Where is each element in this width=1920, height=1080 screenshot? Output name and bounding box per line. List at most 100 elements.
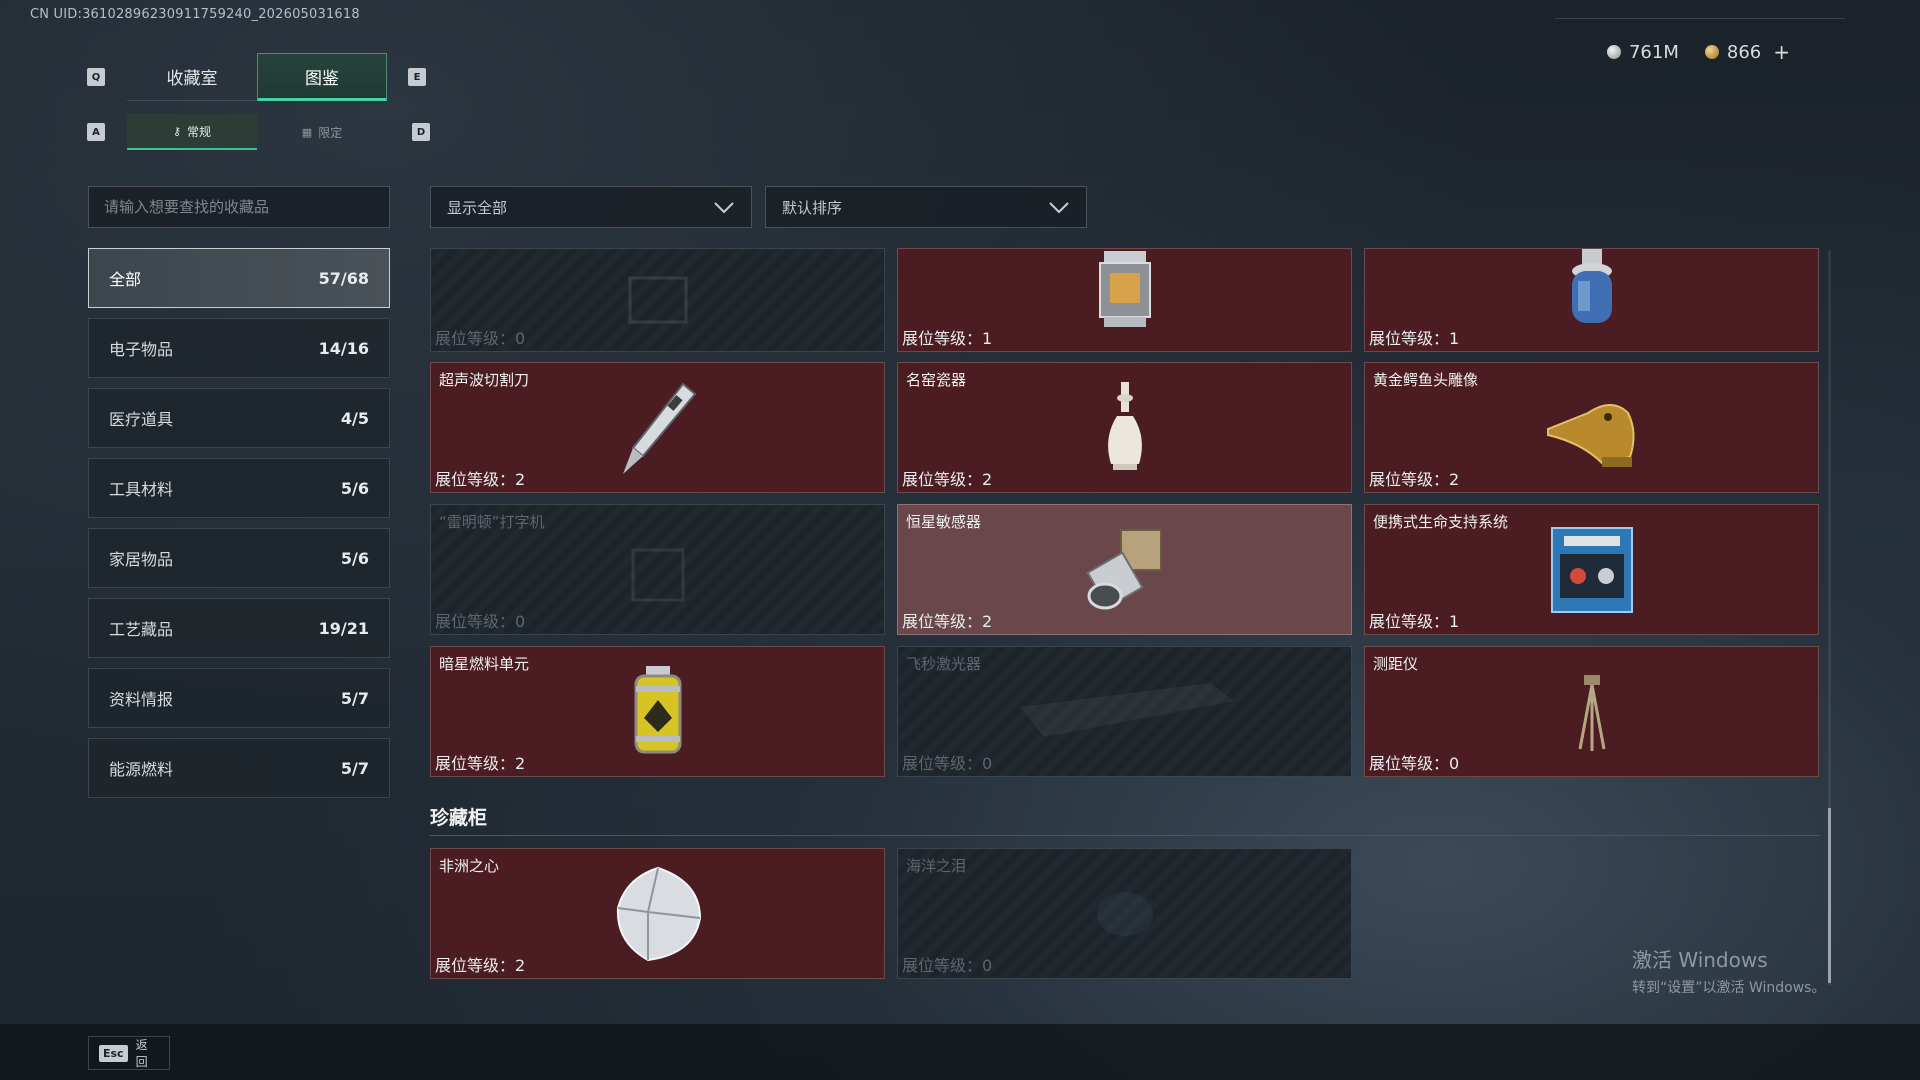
category-label: 工艺藏品	[109, 620, 174, 639]
category-crafts[interactable]: 工艺藏品 19/21	[88, 598, 390, 658]
level-value: 2	[515, 956, 526, 975]
silver-coin-icon	[1606, 45, 1621, 59]
collection-card[interactable]: 非洲之心 展位等级：2	[430, 848, 885, 979]
category-intel[interactable]: 资料情报 5/7	[88, 668, 390, 728]
collection-card[interactable]: 便携式生命支持系统 展位等级：1	[1364, 504, 1819, 635]
filter-dropdown[interactable]: 显示全部	[430, 186, 752, 228]
back-label: 返回	[135, 1038, 148, 1069]
category-household[interactable]: 家居物品 5/6	[88, 528, 390, 588]
collection-card[interactable]: 测距仪 展位等级：0	[1364, 646, 1819, 777]
collection-card[interactable]: “雷明顿”打字机 展位等级：0	[430, 504, 885, 635]
back-button[interactable]: Esc 返回	[88, 1036, 170, 1070]
level-value: 2	[1449, 470, 1460, 489]
collection-card[interactable]: 飞秒激光器 展位等级：0	[897, 646, 1352, 777]
category-count: 5/7	[340, 688, 369, 708]
card-level: 展位等级：2	[1369, 466, 1459, 490]
section-divider	[430, 835, 1820, 836]
star-sensor-icon	[1085, 528, 1162, 609]
category-count: 5/7	[340, 758, 369, 778]
collection-card[interactable]: 名窑瓷器 展位等级：2	[897, 362, 1352, 493]
collection-card[interactable]: 展位等级：1	[897, 248, 1352, 352]
fuel-cell-icon	[634, 665, 681, 753]
cutter-knife-icon	[622, 382, 696, 474]
card-level: 展位等级：1	[1369, 325, 1459, 349]
category-label: 家居物品	[109, 550, 174, 569]
collection-card[interactable]: 恒星敏感器 展位等级：2	[897, 504, 1352, 635]
uid-text: CN UID:3610289623091175924​0_20260503161…	[30, 7, 360, 22]
lantern-icon	[1098, 250, 1151, 327]
collection-card[interactable]: 展位等级：1	[1364, 248, 1819, 352]
tab-collection-room[interactable]: 收藏室	[127, 53, 257, 101]
silver-currency: 761M	[1606, 41, 1679, 63]
key-hint-prev-sub: A	[87, 123, 105, 141]
level-value: 2	[982, 612, 993, 631]
level-value: 2	[515, 470, 526, 489]
category-label: 工具材料	[109, 480, 174, 499]
card-name: 测距仪	[1373, 655, 1419, 673]
collection-grid: 展位等级：0 展位等级：1 展位等级：1 超声波切割刀 展位等级：2 名窑瓷器	[430, 248, 1820, 983]
level-prefix: 展位等级：	[902, 612, 983, 631]
rangefinder-tripod-icon	[1578, 674, 1605, 751]
card-name: 飞秒激光器	[906, 655, 982, 673]
level-prefix: 展位等级：	[435, 956, 516, 975]
porcelain-vase-icon	[1107, 381, 1142, 470]
add-currency-button[interactable]: +	[1773, 40, 1790, 64]
typewriter-icon	[631, 548, 684, 601]
collection-card[interactable]: 黄金鳄鱼头雕像 展位等级：2	[1364, 362, 1819, 493]
level-prefix: 展位等级：	[902, 754, 983, 773]
gold-crocodile-icon	[1546, 403, 1634, 467]
card-level: 展位等级：0	[435, 608, 525, 632]
card-level: 展位等级：0	[902, 952, 992, 976]
card-name: 海洋之泪	[906, 857, 967, 875]
level-prefix: 展位等级：	[435, 329, 516, 348]
subtab-limited[interactable]: ▦ 限定	[257, 114, 387, 150]
sort-dropdown-value: 默认排序	[782, 198, 843, 217]
category-count: 14/16	[318, 338, 369, 358]
card-level: 展位等级：0	[435, 325, 525, 349]
category-medical[interactable]: 医疗道具 4/5	[88, 388, 390, 448]
key-hint-next-tab: E	[408, 68, 426, 86]
gold-amount: 866	[1726, 41, 1762, 63]
level-prefix: 展位等级：	[902, 470, 983, 489]
silver-amount: 761M	[1628, 41, 1679, 63]
category-tools[interactable]: 工具材料 5/6	[88, 458, 390, 518]
sort-dropdown[interactable]: 默认排序	[765, 186, 1087, 228]
card-level: 展位等级：2	[435, 952, 525, 976]
level-value: 0	[515, 329, 526, 348]
card-name: 黄金鳄鱼头雕像	[1373, 371, 1479, 389]
subtab-regular[interactable]: ⚷ 常规	[127, 114, 257, 150]
search-box	[88, 186, 390, 228]
tab-codex[interactable]: 图鉴	[257, 53, 387, 101]
laser-device-icon	[1019, 682, 1234, 737]
box-item-icon	[628, 276, 687, 324]
level-value: 0	[515, 612, 526, 631]
category-label: 医疗道具	[109, 410, 174, 429]
level-prefix: 展位等级：	[1369, 329, 1450, 348]
collection-card[interactable]: 暗星燃料单元 展位等级：2	[430, 646, 885, 777]
scrollbar-thumb[interactable]	[1828, 808, 1831, 983]
watermark-subtitle: 转到“设置”以激活 Windows。	[1632, 980, 1826, 996]
top-divider	[1555, 18, 1845, 19]
collection-card[interactable]: 超声波切割刀 展位等级：2	[430, 362, 885, 493]
card-level: 展位等级：1	[1369, 608, 1459, 632]
level-prefix: 展位等级：	[902, 329, 983, 348]
subtab-limited-label: 限定	[318, 125, 343, 140]
section-title: 珍藏柜	[430, 807, 488, 829]
gold-coin-icon	[1704, 45, 1719, 59]
category-all[interactable]: 全部 57/68	[88, 248, 390, 308]
image-icon: ▦	[301, 125, 313, 139]
level-value: 0	[982, 956, 993, 975]
category-energy[interactable]: 能源燃料 5/7	[88, 738, 390, 798]
sub-tabs: ⚷ 常规 ▦ 限定	[127, 114, 387, 150]
level-value: 1	[982, 329, 993, 348]
search-input[interactable]	[104, 198, 374, 216]
category-label: 资料情报	[109, 690, 174, 709]
bottom-bar	[0, 1024, 1920, 1080]
gold-currency: 866 +	[1704, 40, 1790, 64]
key-hint-next-sub: D	[412, 123, 430, 141]
chevron-down-icon	[714, 202, 734, 214]
category-label: 全部	[109, 270, 142, 289]
collection-card[interactable]: 海洋之泪 展位等级：0	[897, 848, 1352, 979]
collection-card[interactable]: 展位等级：0	[430, 248, 885, 352]
category-electronics[interactable]: 电子物品 14/16	[88, 318, 390, 378]
